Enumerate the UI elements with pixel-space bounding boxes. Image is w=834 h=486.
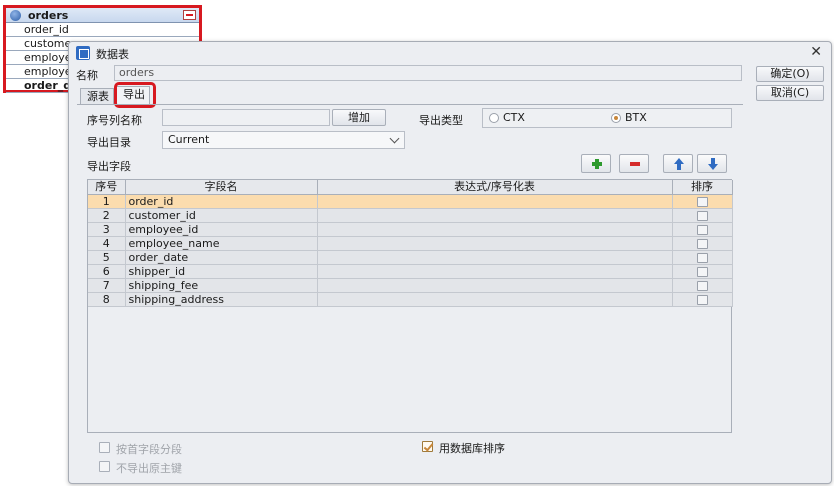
export-type-group: CTX BTX bbox=[482, 108, 732, 128]
entity-field: order_id bbox=[6, 23, 199, 37]
remove-field-button[interactable] bbox=[619, 154, 649, 173]
dialog-title: 数据表 bbox=[96, 48, 129, 61]
field-name-cell[interactable]: employee_id bbox=[125, 222, 318, 237]
table-row[interactable]: 5 order_date bbox=[88, 250, 733, 265]
field-name-cell[interactable]: customer_id bbox=[125, 208, 318, 223]
row-number[interactable]: 1 bbox=[88, 194, 126, 209]
add-button[interactable]: 增加 bbox=[332, 109, 386, 126]
expression-cell[interactable] bbox=[317, 250, 673, 265]
move-up-button[interactable] bbox=[663, 154, 693, 173]
expression-cell[interactable] bbox=[317, 264, 673, 279]
export-fields-label: 导出字段 bbox=[87, 160, 131, 173]
entity-name: orders bbox=[28, 9, 69, 22]
segment-label: 按首字段分段 bbox=[116, 443, 182, 456]
table-dialog: 数据表 ✕ 名称 orders 确定(O) 取消(C) 源表 导出 序号列名称 … bbox=[68, 41, 832, 484]
db-sort-label: 用数据库排序 bbox=[439, 442, 505, 455]
entity-header: orders bbox=[6, 8, 199, 23]
radio-ctx[interactable] bbox=[489, 113, 499, 123]
sort-checkbox[interactable] bbox=[696, 280, 708, 291]
seq-col-input[interactable] bbox=[162, 109, 330, 126]
row-number[interactable]: 3 bbox=[88, 222, 126, 237]
segment-checkbox[interactable] bbox=[99, 442, 110, 453]
radio-btx[interactable] bbox=[611, 113, 621, 123]
table-row[interactable]: 1 order_id bbox=[88, 194, 733, 209]
field-name-cell[interactable]: shipping_fee bbox=[125, 278, 318, 293]
col-header-expr[interactable]: 表达式/序号化表 bbox=[317, 180, 673, 195]
sort-cell bbox=[672, 264, 733, 279]
db-sort-checkbox[interactable] bbox=[422, 441, 433, 452]
close-icon[interactable]: ✕ bbox=[810, 44, 822, 60]
sort-checkbox[interactable] bbox=[696, 294, 708, 305]
move-down-button[interactable] bbox=[697, 154, 727, 173]
expression-cell[interactable] bbox=[317, 292, 673, 307]
sort-cell bbox=[672, 236, 733, 251]
table-row[interactable]: 2 customer_id bbox=[88, 208, 733, 223]
sort-cell bbox=[672, 208, 733, 223]
row-number[interactable]: 6 bbox=[88, 264, 126, 279]
field-name-cell[interactable]: shipper_id bbox=[125, 264, 318, 279]
col-header-no[interactable]: 序号 bbox=[88, 180, 126, 195]
table-row[interactable]: 3 employee_id bbox=[88, 222, 733, 237]
row-number[interactable]: 7 bbox=[88, 278, 126, 293]
no-pk-label: 不导出原主键 bbox=[116, 462, 182, 475]
tab-export[interactable]: 导出 bbox=[116, 86, 150, 105]
sort-checkbox[interactable] bbox=[696, 266, 708, 277]
export-dir-value: Current bbox=[168, 133, 210, 146]
sort-cell bbox=[672, 250, 733, 265]
col-header-sort[interactable]: 排序 bbox=[672, 180, 733, 195]
table-row[interactable]: 6 shipper_id bbox=[88, 264, 733, 279]
name-field[interactable]: orders bbox=[114, 65, 742, 81]
export-dir-select[interactable]: Current bbox=[162, 131, 405, 149]
row-number[interactable]: 5 bbox=[88, 250, 126, 265]
add-field-button[interactable] bbox=[581, 154, 611, 173]
tab-source[interactable]: 源表 bbox=[80, 88, 114, 105]
expression-cell[interactable] bbox=[317, 278, 673, 293]
sort-cell bbox=[672, 194, 733, 209]
minus-icon bbox=[630, 162, 640, 166]
sort-checkbox[interactable] bbox=[696, 252, 708, 263]
field-name-cell[interactable]: employee_name bbox=[125, 236, 318, 251]
plus-icon bbox=[592, 159, 602, 169]
sort-checkbox[interactable] bbox=[696, 224, 708, 235]
row-number[interactable]: 8 bbox=[88, 292, 126, 307]
down-arrow-icon bbox=[707, 158, 719, 170]
sort-cell bbox=[672, 222, 733, 237]
sort-cell bbox=[672, 292, 733, 307]
expression-cell[interactable] bbox=[317, 208, 673, 223]
field-name-cell[interactable]: order_id bbox=[125, 194, 318, 209]
field-name-cell[interactable]: order_date bbox=[125, 250, 318, 265]
table-row[interactable]: 8 shipping_address bbox=[88, 292, 733, 307]
no-pk-checkbox[interactable] bbox=[99, 461, 110, 472]
name-label: 名称 bbox=[76, 69, 98, 82]
export-type-label: 导出类型 bbox=[419, 114, 463, 127]
field-name-cell[interactable]: shipping_address bbox=[125, 292, 318, 307]
dialog-titlebar: 数据表 ✕ bbox=[69, 42, 831, 64]
export-fields-table[interactable]: 序号 字段名 表达式/序号化表 排序 1 order_id 2 customer_id… bbox=[87, 179, 733, 433]
row-number[interactable]: 4 bbox=[88, 236, 126, 251]
table-row[interactable]: 4 employee_name bbox=[88, 236, 733, 251]
expression-cell[interactable] bbox=[317, 222, 673, 237]
database-icon bbox=[10, 10, 21, 21]
expression-cell[interactable] bbox=[317, 194, 673, 209]
ok-button[interactable]: 确定(O) bbox=[756, 66, 824, 82]
table-header-row: 序号 字段名 表达式/序号化表 排序 bbox=[88, 180, 733, 195]
radio-ctx-label: CTX bbox=[503, 111, 525, 124]
table-icon bbox=[76, 46, 90, 60]
radio-btx-label: BTX bbox=[625, 111, 647, 124]
cancel-button[interactable]: 取消(C) bbox=[756, 85, 824, 101]
export-dir-label: 导出目录 bbox=[87, 136, 131, 149]
table-row[interactable]: 7 shipping_fee bbox=[88, 278, 733, 293]
chevron-down-icon bbox=[389, 133, 400, 144]
expression-cell[interactable] bbox=[317, 236, 673, 251]
col-header-field[interactable]: 字段名 bbox=[125, 180, 318, 195]
collapse-icon[interactable] bbox=[183, 10, 196, 20]
sort-checkbox[interactable] bbox=[696, 196, 708, 207]
sort-checkbox[interactable] bbox=[696, 238, 708, 249]
seq-col-label: 序号列名称 bbox=[87, 114, 142, 127]
row-number[interactable]: 2 bbox=[88, 208, 126, 223]
sort-cell bbox=[672, 278, 733, 293]
up-arrow-icon bbox=[673, 158, 685, 170]
sort-checkbox[interactable] bbox=[696, 210, 708, 221]
tab-divider bbox=[77, 104, 743, 105]
